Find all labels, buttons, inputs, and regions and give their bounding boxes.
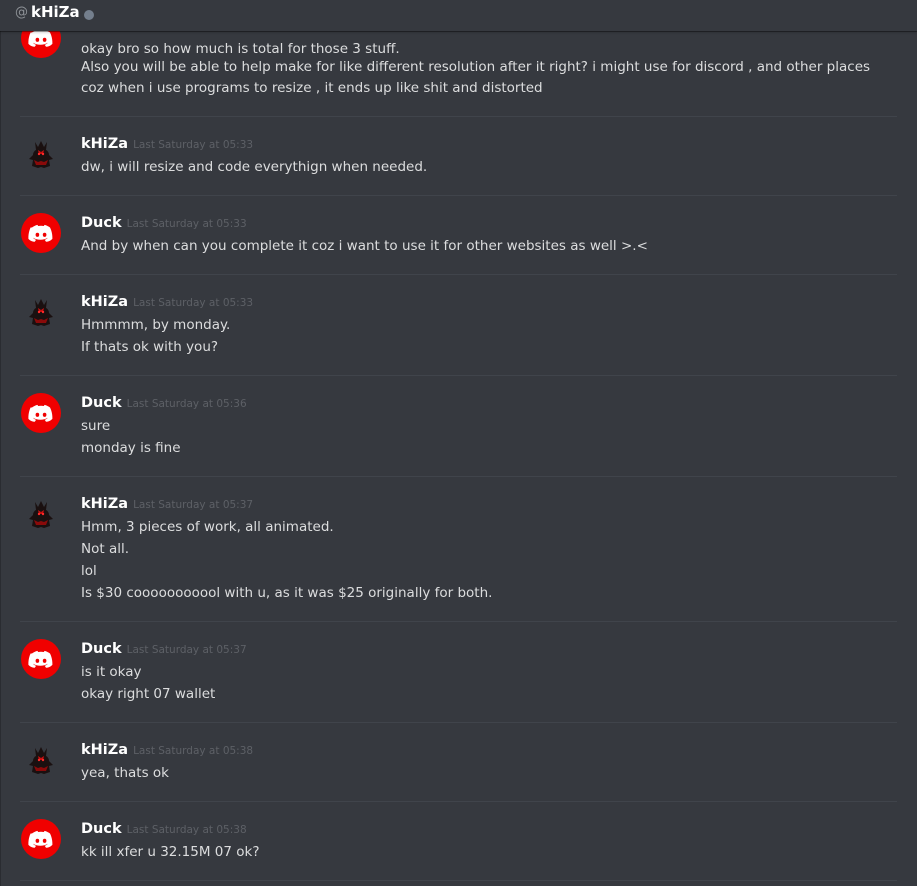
status-indicator-icon <box>84 10 94 20</box>
message-text: is it okay <box>81 664 142 680</box>
username[interactable]: kHiZa Last Saturday at 05:33 <box>81 294 253 310</box>
username[interactable]: Duck Last Saturday at 05:33 <box>81 215 247 231</box>
dark-figure-avatar-icon <box>21 292 61 332</box>
message-text: sure <box>81 418 111 434</box>
avatar[interactable] <box>21 494 61 534</box>
username[interactable]: kHiZa Last Saturday at 05:38 <box>81 742 253 758</box>
author-name[interactable]: kHiZa <box>81 294 128 310</box>
discord-logo-icon <box>21 819 61 859</box>
avatar[interactable] <box>21 213 61 253</box>
message-divider <box>20 375 897 376</box>
username[interactable]: Duck Last Saturday at 05:37 <box>81 641 247 657</box>
message-list[interactable]: okay bro so how much is total for those … <box>0 0 917 886</box>
author-name[interactable]: Duck <box>81 395 122 411</box>
author-name[interactable]: Duck <box>81 821 122 837</box>
message-timestamp: Last Saturday at 05:37 <box>126 644 247 656</box>
message-timestamp: Last Saturday at 05:33 <box>133 297 254 309</box>
avatar[interactable] <box>21 393 61 433</box>
message-timestamp: Last Saturday at 05:37 <box>133 499 254 511</box>
avatar[interactable] <box>21 639 61 679</box>
message-text: Not all. <box>81 541 130 557</box>
message-text: Hmm, 3 pieces of work, all animated. <box>81 519 334 535</box>
username[interactable]: kHiZa Last Saturday at 05:37 <box>81 496 253 512</box>
discord-logo-icon <box>21 393 61 433</box>
message-divider <box>20 801 897 802</box>
avatar[interactable] <box>21 292 61 332</box>
dm-at-icon: @ <box>15 5 28 20</box>
avatar[interactable] <box>21 819 61 859</box>
dark-figure-avatar-icon <box>21 494 61 534</box>
message-divider <box>20 476 897 477</box>
dark-figure-avatar-icon <box>21 134 61 174</box>
channel-header: @ kHiZa <box>0 0 917 31</box>
message-timestamp: Last Saturday at 05:36 <box>126 398 247 410</box>
dark-figure-avatar-icon <box>21 740 61 780</box>
username[interactable]: kHiZa Last Saturday at 05:33 <box>81 136 253 152</box>
author-name[interactable]: Duck <box>81 641 122 657</box>
message-divider <box>20 621 897 622</box>
avatar[interactable] <box>21 740 61 780</box>
message-text: coz when i use programs to resize , it e… <box>81 80 543 96</box>
message-text: Hmmmm, by monday. <box>81 317 231 333</box>
username[interactable]: Duck Last Saturday at 05:38 <box>81 821 247 837</box>
message-text: Is $30 cooooooooool with u, as it was $2… <box>81 585 493 601</box>
channel-title[interactable]: kHiZa <box>31 3 80 21</box>
message-timestamp: Last Saturday at 05:38 <box>126 824 247 836</box>
author-name[interactable]: kHiZa <box>81 742 128 758</box>
username[interactable]: Duck Last Saturday at 05:36 <box>81 395 247 411</box>
discord-logo-icon <box>21 639 61 679</box>
message-timestamp: Last Saturday at 05:33 <box>126 218 247 230</box>
message-text: okay right 07 wallet <box>81 686 216 702</box>
message-text: Also you will be able to help make for l… <box>81 59 871 75</box>
message-divider <box>20 722 897 723</box>
author-name[interactable]: kHiZa <box>81 136 128 152</box>
message-text: lol <box>81 563 97 579</box>
message-divider <box>20 274 897 275</box>
message-text: If thats ok with you? <box>81 339 219 355</box>
message-divider <box>20 880 897 881</box>
author-name[interactable]: kHiZa <box>81 496 128 512</box>
author-name[interactable]: Duck <box>81 215 122 231</box>
message-divider <box>20 116 897 117</box>
message-text: monday is fine <box>81 440 181 456</box>
message-text: dw, i will resize and code everythign wh… <box>81 159 428 175</box>
dm-chat-window: okay bro so how much is total for those … <box>0 0 917 886</box>
message-text: yea, thats ok <box>81 765 169 781</box>
message-divider <box>20 195 897 196</box>
message-text: kk ill xfer u 32.15M 07 ok? <box>81 844 260 860</box>
avatar[interactable] <box>21 134 61 174</box>
message-timestamp: Last Saturday at 05:33 <box>133 139 254 151</box>
discord-logo-icon <box>21 213 61 253</box>
message-text: okay bro so how much is total for those … <box>81 41 400 57</box>
message-timestamp: Last Saturday at 05:38 <box>133 745 254 757</box>
message-text: And by when can you complete it coz i wa… <box>81 238 648 254</box>
